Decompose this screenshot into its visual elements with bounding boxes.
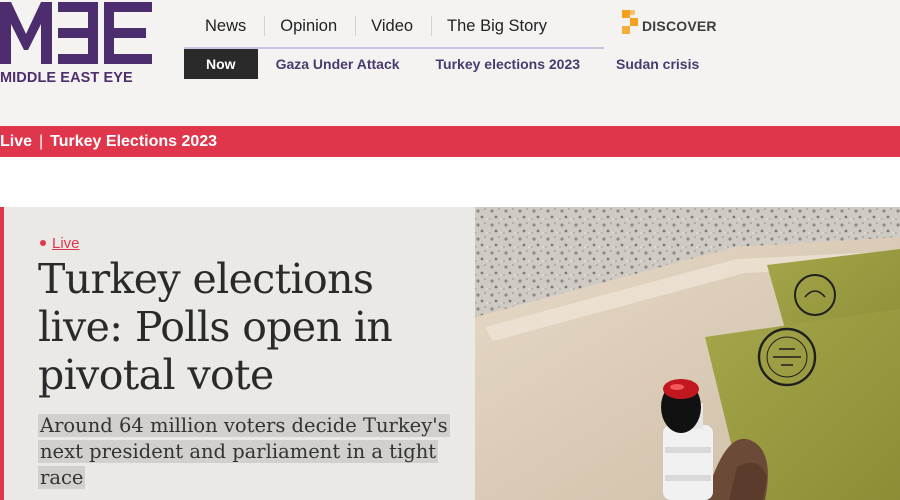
now-button[interactable]: Now	[184, 49, 258, 79]
live-link[interactable]: Live	[52, 235, 80, 252]
logo-wordmark: MIDDLE EAST EYE	[0, 70, 133, 86]
ballot-photo	[475, 207, 900, 500]
nav-the-big-story[interactable]: The Big Story	[432, 16, 565, 36]
discover-label: DISCOVER	[642, 18, 717, 34]
nav-opinion[interactable]: Opinion	[265, 16, 357, 36]
live-banner-separator: |	[39, 133, 44, 150]
discover-icon	[622, 10, 638, 34]
live-banner-title: Turkey Elections 2023	[50, 133, 218, 150]
live-banner[interactable]: Live | Turkey Elections 2023	[0, 126, 900, 157]
hero-article: Live Turkey elections live: Polls open i…	[0, 207, 900, 500]
sub-nav-turkey-elections-2023[interactable]: Turkey elections 2023	[436, 56, 580, 72]
nav-news[interactable]: News	[190, 16, 266, 36]
site-logo[interactable]: MIDDLE EAST EYE	[0, 0, 160, 96]
sub-nav-sudan-crisis[interactable]: Sudan crisis	[616, 56, 699, 72]
sub-nav-gaza-under-attack[interactable]: Gaza Under Attack	[276, 56, 400, 72]
main-nav: News Opinion Video The Big Story	[190, 8, 565, 44]
mee-logo-mark	[0, 2, 152, 64]
hero-text-panel: Live Turkey elections live: Polls open i…	[0, 207, 475, 500]
sub-nav: Now Gaza Under Attack Turkey elections 2…	[184, 49, 699, 79]
article-headline[interactable]: Turkey elections live: Polls open in piv…	[38, 255, 458, 399]
live-dot-icon	[40, 240, 46, 246]
live-tag[interactable]: Live	[40, 235, 80, 252]
discover-link[interactable]: DISCOVER	[620, 4, 717, 40]
article-standfirst: Around 64 million voters decide Turkey's…	[38, 413, 458, 491]
hero-image[interactable]	[475, 207, 900, 500]
site-header: MIDDLE EAST EYE News Opinion Video The B…	[0, 0, 900, 126]
nav-video[interactable]: Video	[356, 16, 433, 36]
article-standfirst-text: Around 64 million voters decide Turkey's…	[38, 414, 450, 489]
live-banner-prefix: Live	[0, 133, 33, 150]
